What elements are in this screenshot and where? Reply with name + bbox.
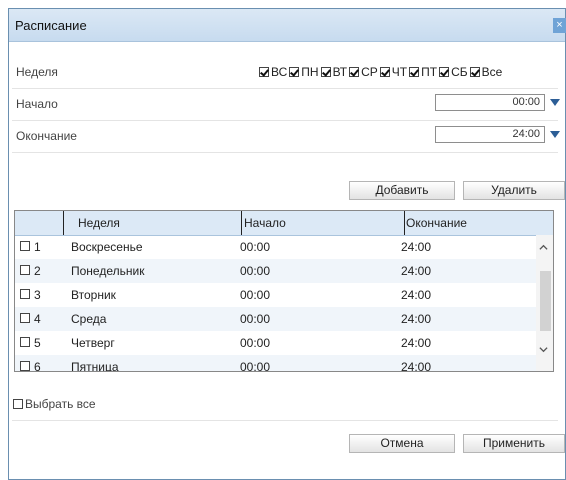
cancel-button[interactable]: Отмена — [349, 434, 455, 453]
header-divider — [241, 211, 242, 235]
row-end: 24:00 — [401, 360, 432, 372]
row-number: 6 — [34, 360, 41, 372]
footer-divider — [12, 420, 558, 421]
row-day: Воскресенье — [71, 240, 143, 254]
day-option[interactable]: ВТ — [320, 65, 348, 79]
day-option[interactable]: Все — [469, 65, 503, 79]
schedule-table: Неделя Начало Окончание 1 Воскресенье 00:0… — [14, 210, 554, 372]
day-option[interactable]: СР — [349, 65, 378, 79]
header-divider — [63, 211, 64, 235]
scroll-down-icon[interactable] — [539, 345, 548, 354]
row-start: 00:00 — [240, 336, 271, 350]
row-end: 24:00 — [401, 336, 432, 350]
day-checkbox[interactable] — [379, 67, 390, 77]
row-end: 24:00 — [401, 312, 432, 326]
table-row[interactable]: 3 Вторник 00:00 24:00 — [15, 283, 553, 307]
day-label: Все — [481, 65, 503, 79]
dialog-title: Расписание — [15, 18, 87, 33]
row-day: Пятница — [71, 360, 119, 372]
row-checkbox[interactable] — [20, 313, 30, 323]
row-start: 00:00 — [240, 264, 271, 278]
end-dropdown-arrow-icon[interactable] — [550, 131, 560, 138]
start-time-input[interactable]: 00:00 — [435, 94, 545, 111]
day-checkbox[interactable] — [259, 67, 269, 77]
row-number: 4 — [34, 312, 41, 326]
select-all[interactable]: Выбрать все — [13, 397, 96, 411]
row-start: 00:00 — [240, 288, 271, 302]
row-end: 24:00 — [401, 240, 432, 254]
day-label: ПТ — [421, 65, 438, 79]
day-option[interactable]: ПН — [289, 65, 319, 79]
row-end: 24:00 — [401, 288, 432, 302]
row-checkbox[interactable] — [20, 241, 30, 251]
day-checkbox[interactable] — [409, 67, 420, 77]
dialog-titlebar: Расписание × — [9, 9, 566, 42]
start-dropdown-arrow-icon[interactable] — [550, 99, 560, 106]
table-scrollbar[interactable] — [536, 235, 553, 371]
scrollbar-thumb[interactable] — [540, 271, 551, 331]
row-number: 2 — [34, 264, 41, 278]
day-checkbox[interactable] — [349, 67, 360, 77]
row-day: Вторник — [71, 288, 116, 302]
day-option[interactable]: ПТ — [409, 65, 437, 79]
header-divider — [404, 211, 405, 235]
day-label: ВС — [271, 65, 288, 79]
end-label: Окончание — [16, 129, 77, 143]
day-checkboxes: ВС ПН ВТ СР ЧТ ПТ СБ Все — [259, 65, 504, 79]
day-label: ПН — [301, 65, 319, 79]
end-row: Окончание 24:00 — [12, 120, 560, 153]
row-start: 00:00 — [240, 360, 271, 372]
row-checkbox[interactable] — [20, 361, 30, 371]
day-label: ЧТ — [391, 65, 408, 79]
day-option[interactable]: ВС — [259, 65, 287, 79]
header-week: Неделя — [78, 216, 120, 230]
header-end: Окончание — [406, 216, 467, 230]
table-row[interactable]: 6 Пятница 00:00 24:00 — [15, 355, 553, 372]
add-button[interactable]: Добавить — [349, 181, 455, 200]
day-label: СР — [361, 65, 378, 79]
day-option[interactable]: СБ — [439, 65, 468, 79]
row-end: 24:00 — [401, 264, 432, 278]
week-label: Неделя — [16, 65, 58, 79]
row-day: Понедельник — [71, 264, 145, 278]
day-checkbox[interactable] — [469, 67, 480, 77]
day-checkbox[interactable] — [289, 67, 300, 77]
row-day: Четверг — [71, 336, 115, 350]
day-label: ВТ — [332, 65, 348, 79]
row-checkbox[interactable] — [20, 289, 30, 299]
row-start: 00:00 — [240, 240, 271, 254]
table-row[interactable]: 5 Четверг 00:00 24:00 — [15, 331, 553, 355]
day-checkbox[interactable] — [439, 67, 450, 77]
row-number: 5 — [34, 336, 41, 350]
table-row[interactable]: 4 Среда 00:00 24:00 — [15, 307, 553, 331]
select-all-label: Выбрать все — [25, 397, 96, 411]
table-row[interactable]: 2 Понедельник 00:00 24:00 — [15, 259, 553, 283]
table-header: Неделя Начало Окончание — [15, 211, 553, 236]
week-row: Неделя ВС ПН ВТ СР ЧТ ПТ СБ Все — [12, 56, 558, 89]
row-checkbox[interactable] — [20, 265, 30, 275]
row-checkbox[interactable] — [20, 337, 30, 347]
scroll-up-icon[interactable] — [539, 243, 548, 252]
select-all-checkbox[interactable] — [13, 399, 23, 409]
day-checkbox[interactable] — [320, 67, 331, 77]
day-label: СБ — [451, 65, 468, 79]
close-icon[interactable]: × — [553, 18, 566, 33]
end-time-input[interactable]: 24:00 — [435, 126, 545, 143]
delete-button[interactable]: Удалить — [463, 181, 565, 200]
row-day: Среда — [71, 312, 107, 326]
row-number: 3 — [34, 288, 41, 302]
row-number: 1 — [34, 240, 41, 254]
header-start: Начало — [244, 216, 286, 230]
apply-button[interactable]: Применить — [463, 434, 565, 453]
start-row: Начало 00:00 — [12, 88, 560, 121]
row-start: 00:00 — [240, 312, 271, 326]
day-option[interactable]: ЧТ — [379, 65, 408, 79]
start-label: Начало — [16, 97, 58, 111]
table-row[interactable]: 1 Воскресенье 00:00 24:00 — [15, 235, 553, 259]
